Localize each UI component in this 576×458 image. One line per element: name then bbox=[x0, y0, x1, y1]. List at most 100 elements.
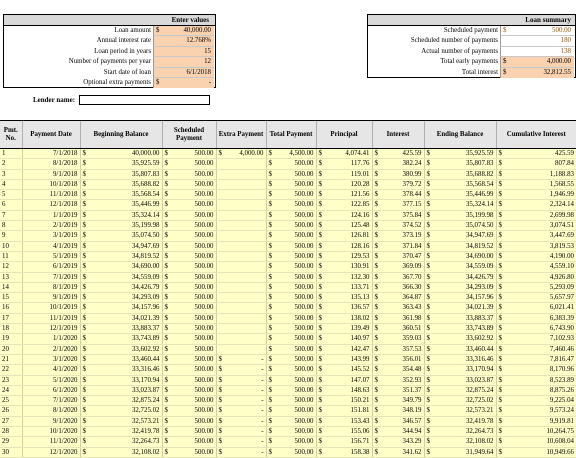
table-cell: $500.00 bbox=[265, 230, 316, 242]
dollar-sign: $ bbox=[498, 314, 502, 322]
input-label: Start date of loan bbox=[103, 68, 151, 76]
dollar-sign: $ bbox=[374, 366, 378, 374]
table-cell: $500.00 bbox=[161, 179, 216, 191]
cell-value: 35,324.14 bbox=[131, 211, 160, 219]
dollar-sign: $ bbox=[164, 232, 168, 240]
input-value[interactable]: $ - bbox=[153, 77, 214, 89]
input-value[interactable]: 12 bbox=[153, 57, 214, 68]
dollar-sign: $ bbox=[318, 283, 322, 291]
dollar-sign: $ bbox=[426, 222, 430, 230]
table-cell: $ - bbox=[215, 354, 266, 366]
cell-value: 4,000.00 bbox=[239, 150, 264, 157]
input-label: Optional extra payments bbox=[83, 78, 151, 86]
table-cell: $35,568.54 bbox=[79, 189, 162, 201]
cell-value: 34,690.00 bbox=[131, 263, 160, 271]
dollar-sign: $ bbox=[426, 263, 430, 271]
table-cell: $35,807.83 bbox=[79, 169, 162, 180]
cell-value: 20 bbox=[2, 345, 9, 353]
table-cell: 11/1/2020 bbox=[21, 436, 80, 448]
dollar-sign: $ bbox=[164, 366, 168, 374]
cell-value: 369.09 bbox=[402, 263, 422, 271]
cell-value: 500.00 bbox=[194, 366, 214, 374]
input-value[interactable]: 6/1/2018 bbox=[153, 67, 214, 78]
dollar-sign: $ bbox=[498, 417, 502, 425]
table-cell: $35,199.98 bbox=[423, 210, 496, 222]
input-value[interactable]: 12.768% bbox=[153, 36, 214, 47]
table-cell: $366.30 bbox=[371, 282, 424, 294]
cell-value: 158.38 bbox=[350, 448, 370, 456]
dollar-sign: $ bbox=[498, 273, 502, 281]
table-cell: $33,743.89 bbox=[423, 323, 496, 335]
cell-value: 360.51 bbox=[402, 325, 422, 333]
dollar-sign: $ bbox=[318, 222, 322, 230]
cell-value: 33,883.37 bbox=[465, 314, 494, 322]
dollar-sign: $ bbox=[82, 304, 86, 312]
table-cell: $4,500.00 bbox=[265, 148, 316, 160]
dollar-sign: $ bbox=[164, 283, 168, 291]
table-cell: $9,573.24 bbox=[495, 405, 576, 417]
input-label: Loan period in years bbox=[94, 47, 151, 55]
table-cell: $135.13 bbox=[315, 292, 372, 304]
cell-value: 8/1/2019 bbox=[52, 283, 78, 291]
cell-value: 7,460.46 bbox=[549, 345, 574, 353]
dollar-sign: $ bbox=[498, 283, 502, 291]
table-row: 16 10/1/2019 $34,157.96 $500.00 $500.00 $136.… bbox=[0, 302, 576, 314]
cell-value: 153.43 bbox=[350, 417, 370, 425]
table-cell: $32,419.78 bbox=[423, 416, 496, 428]
summary-row: Scheduled number of payments 180 bbox=[368, 36, 575, 47]
cell-value: 6/1/2020 bbox=[52, 386, 78, 394]
cell-value: 35,199.98 bbox=[465, 211, 494, 219]
table-cell: $139.49 bbox=[315, 323, 372, 335]
table-cell: $32,875.24 bbox=[79, 395, 162, 407]
cell-value: 150.21 bbox=[350, 397, 370, 405]
dollar-sign: $ bbox=[82, 397, 86, 405]
table-cell: $8,170.96 bbox=[495, 364, 576, 376]
cell-value: 500.00 bbox=[294, 222, 314, 230]
cell-value: 148.63 bbox=[350, 386, 370, 394]
cell-value: 124.16 bbox=[350, 211, 370, 219]
input-value[interactable]: 15 bbox=[153, 46, 214, 58]
table-cell: $500.00 bbox=[265, 189, 316, 201]
cell-value: 12/1/2019 bbox=[49, 325, 78, 333]
dollar-sign: $ bbox=[218, 366, 222, 374]
cell-value: 500.00 bbox=[194, 417, 214, 425]
cell-value: 366.30 bbox=[402, 283, 422, 291]
cell-value: 10,949.66 bbox=[546, 448, 574, 456]
cell-value: 6/1/2019 bbox=[52, 263, 78, 271]
dollar-sign: $ bbox=[426, 438, 430, 446]
table-cell: $500.00 bbox=[161, 292, 216, 304]
dollar-sign: $ bbox=[268, 386, 272, 394]
dollar-sign: $ bbox=[218, 386, 222, 394]
table-cell: 4/1/2020 bbox=[21, 364, 80, 376]
table-cell: $4,074.41 bbox=[315, 148, 372, 160]
cell-value: 500.00 bbox=[294, 376, 314, 384]
cell-value: 8,523.89 bbox=[549, 376, 574, 384]
cell-value: 807.84 bbox=[555, 160, 574, 168]
input-value[interactable]: $40,000.00 bbox=[153, 26, 214, 37]
dollar-sign: $ bbox=[82, 314, 86, 322]
dollar-sign: $ bbox=[164, 263, 168, 271]
table-cell: $367.70 bbox=[371, 272, 424, 283]
input-row: Number of payments per year 12 bbox=[4, 57, 215, 68]
table-cell: $33,316.46 bbox=[79, 364, 162, 376]
table-cell bbox=[215, 179, 266, 191]
cell-value: 26 bbox=[2, 407, 9, 415]
dollar-sign: $ bbox=[498, 448, 502, 456]
table-cell: $145.52 bbox=[315, 364, 372, 376]
cell-value: 11/1/2018 bbox=[49, 191, 78, 199]
lender-name-input[interactable] bbox=[79, 95, 210, 105]
dollar-sign: $ bbox=[318, 191, 322, 199]
cell-value: 117.76 bbox=[350, 160, 370, 168]
dollar-sign: $ bbox=[426, 417, 430, 425]
table-cell: $34,690.00 bbox=[79, 261, 162, 273]
table-cell: $343.29 bbox=[371, 436, 424, 448]
table-cell: $361.98 bbox=[371, 313, 424, 325]
table-cell: 10/1/2019 bbox=[21, 302, 80, 314]
dollar-sign: $ bbox=[164, 191, 168, 199]
table-cell: 7/1/2020 bbox=[21, 395, 80, 407]
cell-value: 34,293.09 bbox=[465, 283, 494, 291]
cell-value: 367.70 bbox=[402, 273, 422, 281]
column-header: Interest bbox=[371, 120, 424, 149]
dollar-sign: $ bbox=[268, 201, 272, 209]
table-cell: 12/1/2020 bbox=[21, 447, 80, 458]
